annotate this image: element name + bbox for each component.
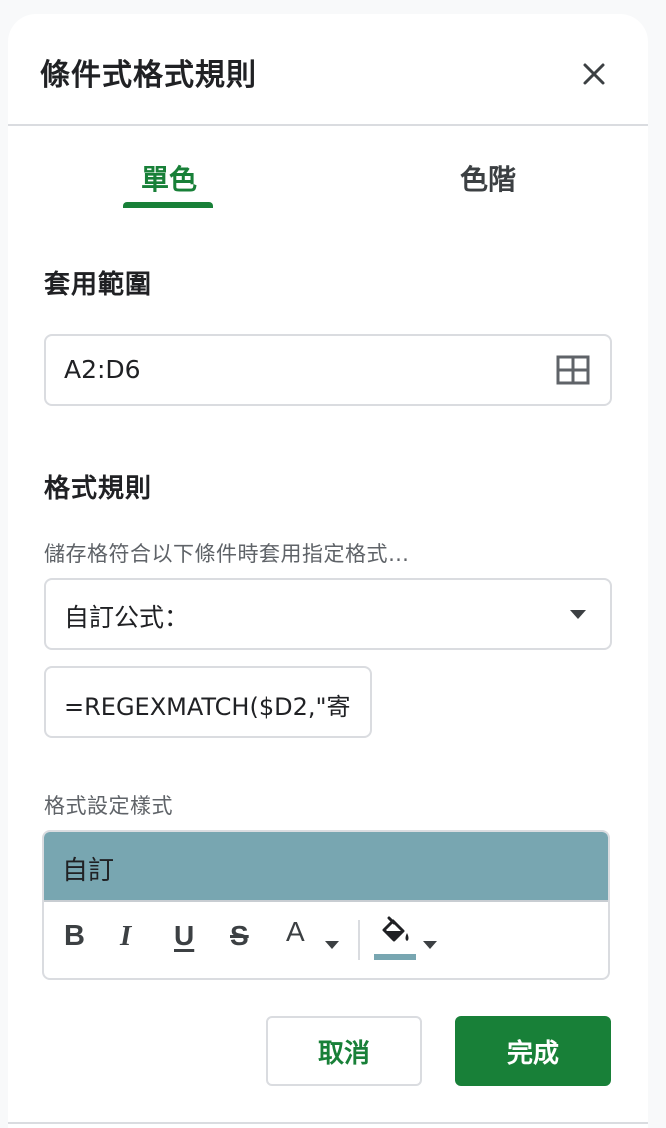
condition-selected-value: 自訂公式：	[64, 603, 190, 632]
text-color-button[interactable]: A	[284, 916, 348, 960]
fill-color-icon	[382, 916, 409, 942]
active-tab-indicator	[123, 202, 213, 208]
fill-color-swatch	[374, 954, 416, 960]
dropdown-arrow-icon	[570, 610, 586, 619]
format-toolbar: B I U S A	[44, 902, 608, 978]
format-style-box: 自訂 B I U S A	[42, 830, 610, 980]
underline-icon: U	[174, 920, 195, 951]
chevron-down-icon	[325, 941, 339, 949]
tab-bar: 單色 色階	[8, 126, 648, 222]
conditional-format-panel: 條件式格式規則 單色 色階 套用範圍 A2:D6 格式規則 儲存格符合以下條件時…	[8, 14, 648, 1128]
close-icon	[583, 63, 605, 85]
strikethrough-icon: S	[230, 920, 249, 951]
cancel-button[interactable]: 取消	[266, 1016, 422, 1086]
close-button[interactable]	[574, 54, 614, 94]
fill-color-button[interactable]	[374, 916, 444, 964]
chevron-down-icon	[423, 941, 437, 949]
underline-button[interactable]: U	[174, 920, 204, 960]
formula-value: =REGEXMATCH($D2,"寄	[64, 693, 351, 721]
formula-input[interactable]: =REGEXMATCH($D2,"寄	[44, 666, 372, 738]
range-label: 套用範圍	[44, 270, 153, 300]
grid-icon	[556, 355, 590, 385]
bold-icon: B	[64, 920, 85, 952]
format-rules-label: 格式規則	[44, 474, 153, 504]
range-input[interactable]: A2:D6	[44, 334, 612, 406]
text-color-icon: A	[286, 916, 305, 947]
select-range-button[interactable]	[556, 355, 590, 385]
bold-button[interactable]: B	[64, 920, 94, 960]
panel-header: 條件式格式規則	[8, 14, 648, 126]
italic-icon: I	[120, 920, 132, 952]
panel-title: 條件式格式規則	[40, 58, 257, 93]
done-button[interactable]: 完成	[455, 1016, 611, 1086]
condition-select[interactable]: 自訂公式：	[44, 578, 612, 650]
italic-button[interactable]: I	[120, 920, 150, 960]
strikethrough-button[interactable]: S	[230, 920, 260, 960]
range-value: A2:D6	[64, 355, 141, 384]
style-preset-label: 自訂	[62, 856, 115, 886]
toolbar-divider	[358, 920, 360, 960]
bottom-divider	[8, 1122, 648, 1124]
tab-single-color[interactable]: 單色	[141, 158, 197, 198]
style-preview[interactable]: 自訂	[44, 832, 608, 902]
tab-color-scale[interactable]: 色階	[460, 158, 516, 198]
condition-hint: 儲存格符合以下條件時套用指定格式…	[44, 542, 410, 566]
format-style-label: 格式設定樣式	[44, 794, 173, 818]
